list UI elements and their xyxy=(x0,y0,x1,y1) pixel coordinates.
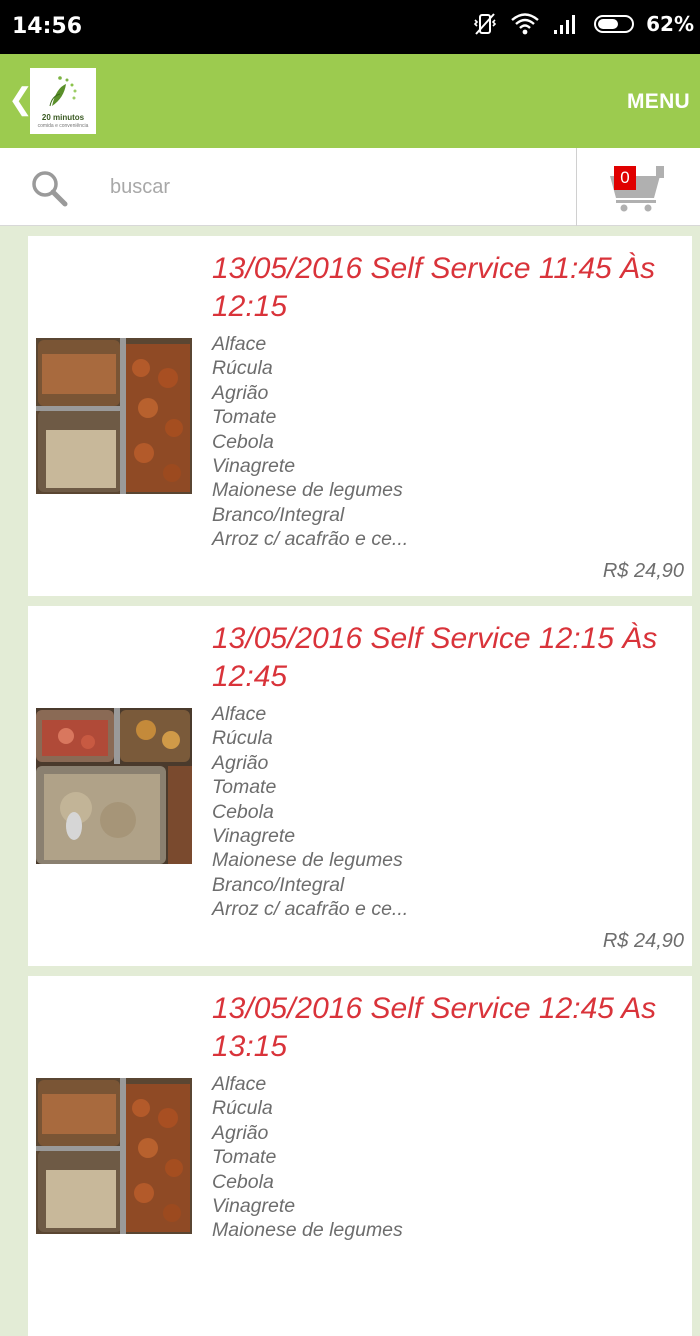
status-time: 14:56 xyxy=(12,14,83,39)
list-item: Tomate xyxy=(212,776,277,799)
search-icon[interactable] xyxy=(30,168,70,208)
list-item: Arroz c/ acafrão e ce... xyxy=(212,528,409,551)
vibrate-mute-icon xyxy=(473,13,497,35)
app-bar: ❮ 20 minutos comida e conveniência MENU xyxy=(0,54,700,148)
logo-title: 20 minutos xyxy=(41,113,85,122)
list-item: Rúcula xyxy=(212,727,273,750)
search-input[interactable] xyxy=(110,170,550,204)
search-bar: 0 xyxy=(0,148,700,226)
product-title[interactable]: 13/05/2016 Self Service 12:15 Às 12:45 xyxy=(212,620,682,696)
list-item: Rúcula xyxy=(212,357,273,380)
list-item: Maionese de legumes xyxy=(212,1219,403,1242)
product-card[interactable]: 13/05/2016 Self Service 11:45 Às 12:15 A… xyxy=(28,236,692,596)
list-item: Cebola xyxy=(212,430,274,453)
list-item: Maionese de legumes xyxy=(212,849,403,872)
list-item: Branco/Integral xyxy=(212,503,345,526)
logo-leaf-icon xyxy=(49,76,77,107)
list-item: Cebola xyxy=(212,800,274,823)
list-item: Vinagrete xyxy=(212,1195,296,1218)
product-card[interactable]: 13/05/2016 Self Service 12:15 Às 12:45 A… xyxy=(28,606,692,966)
list-item: Agrião xyxy=(212,381,269,404)
wifi-icon xyxy=(511,13,539,35)
list-item: Branco/Integral xyxy=(212,873,345,896)
food-tray-image xyxy=(36,1078,192,1234)
battery-icon xyxy=(594,15,635,33)
list-item: Alface xyxy=(212,703,267,725)
product-title[interactable]: 13/05/2016 Self Service 11:45 Às 12:15 xyxy=(212,250,682,326)
cart-divider xyxy=(576,148,577,226)
list-item: Maionese de legumes xyxy=(212,479,403,502)
list-item: Vinagrete xyxy=(212,825,296,848)
signal-icon xyxy=(554,15,576,34)
product-items-list: Alface Rúcula Agrião Tomate Cebola Vinag… xyxy=(212,332,408,552)
battery-percent: 62% xyxy=(646,12,694,36)
product-price: R$ 24,90 xyxy=(602,560,684,582)
battery-level xyxy=(598,19,619,29)
list-item: Cebola xyxy=(212,1170,274,1193)
cart-count-badge: 0 xyxy=(614,166,636,190)
product-items-list: Alface Rúcula Agrião Tomate Cebola Vinag… xyxy=(212,702,408,922)
list-item: Tomate xyxy=(212,1146,277,1169)
list-item: Tomate xyxy=(212,406,277,429)
status-bar: 14:56 62% xyxy=(0,0,700,54)
list-item: Rúcula xyxy=(212,1097,273,1120)
list-item: Alface xyxy=(212,333,267,355)
food-tray-image xyxy=(36,708,192,864)
menu-button[interactable]: MENU xyxy=(627,90,690,114)
app-logo[interactable]: 20 minutos comida e conveniência xyxy=(30,68,96,134)
status-icons: 62% xyxy=(472,12,694,36)
list-item: Vinagrete xyxy=(212,455,296,478)
product-price: R$ 24,90 xyxy=(602,930,684,952)
food-tray-image xyxy=(36,338,192,494)
list-item: Agrião xyxy=(212,1121,269,1144)
product-title[interactable]: 13/05/2016 Self Service 12:45 As 13:15 xyxy=(212,990,682,1066)
product-items-list: Alface Rúcula Agrião Tomate Cebola Vinag… xyxy=(212,1072,403,1243)
list-item: Agrião xyxy=(212,751,269,774)
list-item: Alface xyxy=(212,1073,267,1095)
product-card[interactable]: 13/05/2016 Self Service 12:45 As 13:15 A… xyxy=(28,976,692,1336)
logo-subtitle: comida e conveniência xyxy=(37,123,89,129)
cart-button[interactable]: 0 xyxy=(590,162,680,216)
list-item: Arroz c/ acafrão e ce... xyxy=(212,898,409,921)
